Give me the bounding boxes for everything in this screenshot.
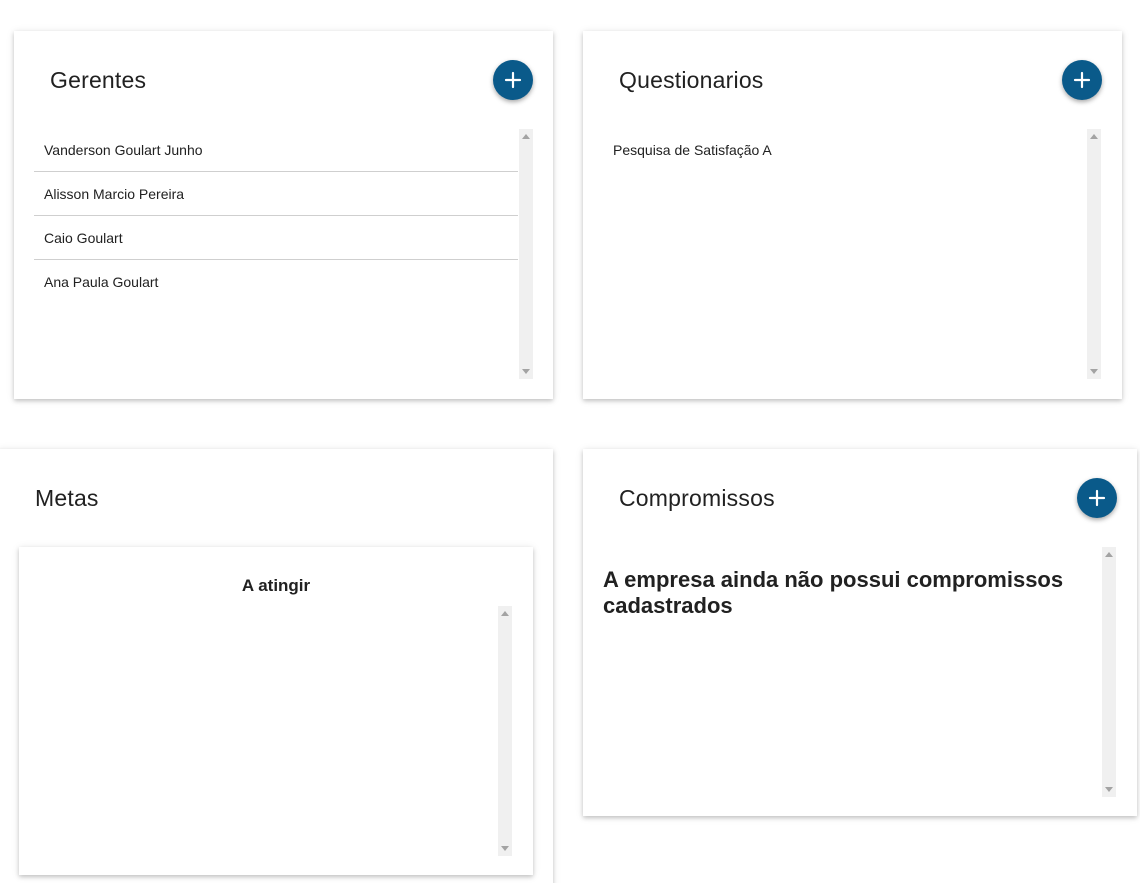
gerentes-card: Gerentes Vanderson Goulart Junho Alisson…	[14, 31, 553, 399]
compromissos-card: Compromissos A empresa ainda não possui …	[583, 449, 1137, 816]
questionarios-scrollbar[interactable]	[1087, 129, 1101, 379]
list-item[interactable]: Pesquisa de Satisfação A	[603, 128, 1087, 172]
gerentes-title: Gerentes	[50, 67, 147, 93]
scroll-down-icon[interactable]	[501, 846, 509, 851]
compromissos-title: Compromissos	[619, 485, 775, 511]
metas-subcard-title: A atingir	[241, 576, 311, 595]
list-item[interactable]: Ana Paula Goulart	[34, 260, 518, 304]
questionarios-title: Questionarios	[619, 67, 764, 93]
scroll-down-icon[interactable]	[1090, 369, 1098, 374]
add-questionario-button[interactable]	[1062, 60, 1102, 100]
list-item[interactable]: Vanderson Goulart Junho	[34, 128, 518, 172]
metas-title: Metas	[35, 485, 99, 511]
scroll-up-icon[interactable]	[1105, 552, 1113, 557]
list-item-label: Caio Goulart	[44, 229, 123, 246]
plus-icon	[1088, 489, 1106, 507]
metas-scrollbar[interactable]	[498, 606, 512, 856]
gerentes-scrollbar[interactable]	[519, 129, 533, 379]
list-item[interactable]: Alisson Marcio Pereira	[34, 172, 518, 216]
compromissos-scrollbar[interactable]	[1102, 547, 1116, 797]
list-item-label: Vanderson Goulart Junho	[44, 141, 203, 158]
metas-subcard: A atingir	[19, 547, 533, 875]
list-item-label: Ana Paula Goulart	[44, 274, 159, 290]
questionarios-card: Questionarios Pesquisa de Satisfação A	[583, 31, 1122, 399]
plus-icon	[504, 71, 522, 89]
list-item-label: Alisson Marcio Pereira	[44, 185, 185, 202]
list-item-label: Pesquisa de Satisfação A	[613, 142, 772, 158]
scroll-up-icon[interactable]	[1090, 134, 1098, 139]
list-item[interactable]: Caio Goulart	[34, 216, 518, 260]
add-compromisso-button[interactable]	[1077, 478, 1117, 518]
scroll-down-icon[interactable]	[1105, 787, 1113, 792]
compromissos-empty-message: A empresa ainda não possui compromissos …	[603, 567, 1064, 618]
scroll-up-icon[interactable]	[501, 611, 509, 616]
metas-card: Metas A atingir	[0, 449, 553, 883]
scroll-up-icon[interactable]	[522, 134, 530, 139]
scroll-down-icon[interactable]	[522, 369, 530, 374]
plus-icon	[1073, 71, 1091, 89]
add-gerente-button[interactable]	[493, 60, 533, 100]
